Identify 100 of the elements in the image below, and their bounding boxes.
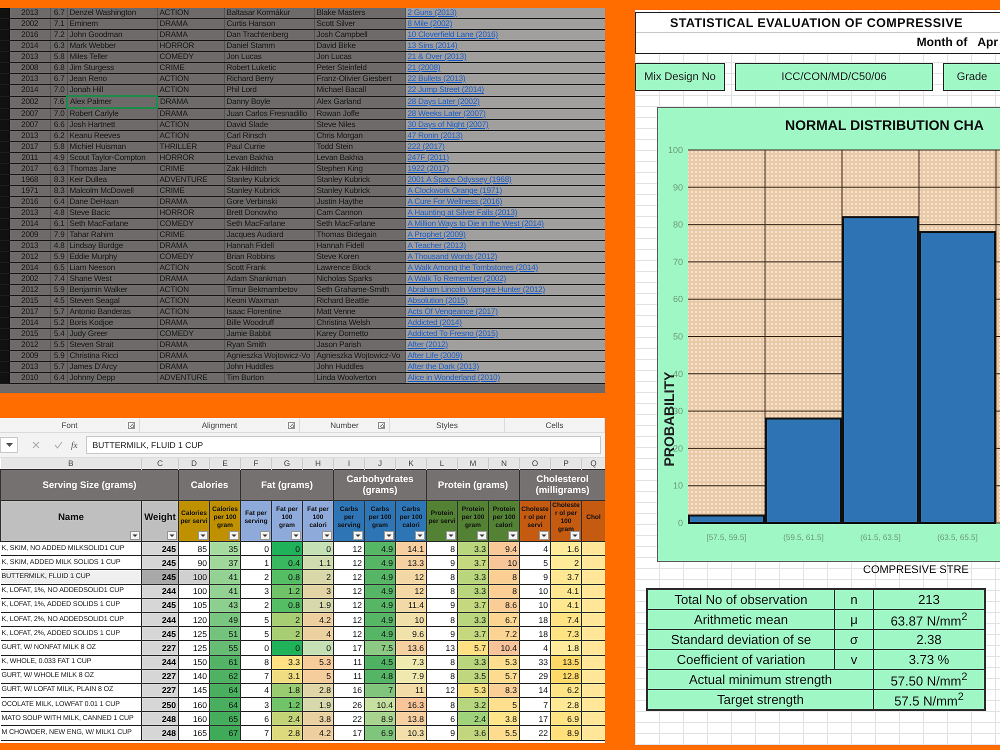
table-cell: COMEDY xyxy=(157,52,224,62)
dropdown-icon[interactable] xyxy=(229,531,239,540)
table-cell: Eminem xyxy=(67,18,157,30)
table-cell: Paul Currie xyxy=(224,142,314,152)
dropdown-icon[interactable] xyxy=(539,531,549,540)
formula-field[interactable]: BUTTERMILK, FLUID 1 CUP xyxy=(86,436,601,454)
table-cell: 7.2 xyxy=(488,626,520,641)
movie-link[interactable]: 21 (2008) xyxy=(408,63,440,72)
table-cell: 37 xyxy=(210,556,240,570)
table-cell: 11 xyxy=(396,683,426,698)
table-cell: 4.9 xyxy=(364,556,396,570)
movie-link[interactable]: 247F (2011) xyxy=(408,153,449,162)
table-cell: Tim Burton xyxy=(224,372,314,384)
table-cell: Michael Bacall xyxy=(314,84,405,96)
axis-tick-label: (63.5, 65.5] xyxy=(937,533,978,542)
name-box[interactable] xyxy=(0,437,18,453)
dropdown-icon[interactable] xyxy=(384,531,394,540)
dropdown-icon[interactable] xyxy=(260,531,270,540)
dropdown-icon[interactable] xyxy=(291,531,301,540)
table-cell: 4.8 xyxy=(50,208,67,218)
table-cell: Johnny Depp xyxy=(67,372,157,384)
table-cell: 8 xyxy=(426,542,458,556)
table-cell: 244 xyxy=(142,655,178,670)
table-cell: 2009 xyxy=(10,350,50,362)
table-cell: ACTION xyxy=(157,262,224,274)
table-cell: 4 xyxy=(240,683,272,698)
table-cell: 10 xyxy=(520,598,550,612)
dropdown-icon[interactable] xyxy=(167,531,177,540)
table-cell: ACTION xyxy=(157,284,224,296)
table-cell: ACTION xyxy=(157,8,224,18)
dropdown-icon[interactable] xyxy=(322,531,332,540)
table-cell: 14 xyxy=(520,683,550,698)
table-cell: Antonio Banderas xyxy=(67,306,157,318)
dialog-launcher-icon[interactable] xyxy=(378,422,385,429)
table-cell: John Huddles xyxy=(314,362,405,372)
table-cell: 227 xyxy=(142,640,178,655)
table-cell: Thomas Bidegain xyxy=(314,230,405,240)
table-cell: John Huddles xyxy=(224,362,314,372)
table-cell: 4.5 xyxy=(50,296,67,306)
table-cell: Jacques Audiard xyxy=(224,230,314,240)
dropdown-icon[interactable] xyxy=(508,531,518,540)
axis-tick-label: [57.5, 59.5] xyxy=(706,533,747,542)
table-cell: CRIME xyxy=(157,62,224,74)
dropdown-icon[interactable] xyxy=(446,531,456,540)
dialog-launcher-icon[interactable] xyxy=(128,422,135,429)
column-header[interactable]: B xyxy=(0,458,142,470)
dropdown-icon[interactable] xyxy=(477,531,487,540)
group-header: Calories xyxy=(178,470,240,500)
movie-link[interactable]: 1922 (2017) xyxy=(408,164,449,173)
table-cell: DRAMA xyxy=(157,274,224,284)
dropdown-icon[interactable] xyxy=(198,531,208,540)
table-cell: DRAMA xyxy=(157,196,224,208)
table-cell: 13.5 xyxy=(550,655,582,670)
table-cell: Scott Silver xyxy=(314,18,405,30)
table-cell: Hannah Fidell xyxy=(224,240,314,252)
table-cell: 3.2 xyxy=(458,698,488,712)
table-cell: 18 xyxy=(520,612,550,627)
table-cell: 8 xyxy=(488,570,520,584)
dropdown-icon[interactable] xyxy=(415,531,425,540)
movie-link[interactable]: 222 (2017) xyxy=(408,142,445,151)
table-cell: 4 xyxy=(520,542,550,556)
filter-icon[interactable] xyxy=(130,531,140,540)
table-cell: 7.5 xyxy=(364,640,396,655)
table-cell: Steven Strait xyxy=(67,340,157,350)
table-cell: Jon Lucas xyxy=(314,52,405,62)
table-cell: Karey Dornetto xyxy=(314,328,405,340)
check-icon[interactable] xyxy=(54,441,63,449)
table-cell: 2017 xyxy=(10,306,50,318)
table-cell: 2017 xyxy=(10,164,50,174)
table-cell: 9 xyxy=(426,556,458,570)
axis-tick-label: 20 xyxy=(672,443,683,454)
table-cell: Zak Hilditch xyxy=(224,164,314,174)
movie-link[interactable]: After (2012) xyxy=(408,340,448,349)
table-cell: Daniel Stamm xyxy=(224,40,314,52)
table-cell: 8 xyxy=(240,655,272,670)
table-cell: 3.7 xyxy=(458,598,488,612)
table-cell: Thomas Jane xyxy=(67,164,157,174)
dialog-launcher-icon[interactable] xyxy=(288,422,295,429)
insert-function-button[interactable]: fx xyxy=(71,440,78,450)
table-cell: 12.8 xyxy=(550,669,582,684)
table-cell: 5 xyxy=(302,669,334,684)
dropdown-icon[interactable] xyxy=(570,531,580,540)
table-cell: 2012 xyxy=(10,252,50,262)
movie-link[interactable]: 8 Mile (2002) xyxy=(408,19,452,28)
table-cell: 3 xyxy=(240,584,272,598)
table-cell: 16 xyxy=(334,683,364,698)
table-cell: ADVENTURE xyxy=(157,174,224,186)
table-cell: 12 xyxy=(396,570,426,584)
table-cell: 2013 xyxy=(10,52,50,62)
table-cell: Jason Parish xyxy=(314,340,405,350)
table-cell: 6.2 xyxy=(50,130,67,142)
table-cell: 6.4 xyxy=(50,372,67,384)
table-cell: 3.3 xyxy=(458,612,488,627)
table-cell: 13 xyxy=(426,640,458,655)
table-cell: Hannah Fidell xyxy=(314,240,405,252)
table-cell: 7.3 xyxy=(396,655,426,670)
table-cell: 1.9 xyxy=(302,598,334,612)
table-cell: James D'Arcy xyxy=(67,362,157,372)
dropdown-icon[interactable] xyxy=(353,531,363,540)
table-cell: 3.6 xyxy=(458,726,488,740)
